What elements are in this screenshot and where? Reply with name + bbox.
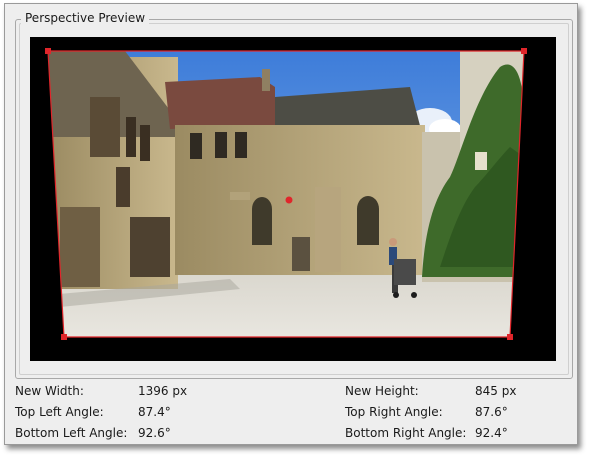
new-width-label: New Width: xyxy=(15,384,84,398)
preview-photo xyxy=(48,51,524,337)
perspective-preview-title: Perspective Preview xyxy=(21,11,150,25)
top-right-angle-label: Top Right Angle: xyxy=(345,405,443,419)
bottom-right-angle-value: 92.4° xyxy=(475,426,508,440)
bottom-right-corner-handle[interactable] xyxy=(507,334,513,340)
top-right-angle-value: 87.6° xyxy=(475,405,508,419)
preview-image xyxy=(45,48,527,340)
bottom-left-angle-label: Bottom Left Angle: xyxy=(15,426,128,440)
top-left-angle-value: 87.4° xyxy=(138,405,171,419)
perspective-preview-canvas xyxy=(30,37,556,361)
new-height-label: New Height: xyxy=(345,384,419,398)
bottom-left-angle-value: 92.6° xyxy=(138,426,171,440)
new-height-value: 845 px xyxy=(475,384,517,398)
bottom-right-angle-label: Bottom Right Angle: xyxy=(345,426,467,440)
top-left-corner-handle[interactable] xyxy=(45,48,51,54)
center-marker[interactable] xyxy=(285,196,293,204)
perspective-info-panel: Perspective Preview New Width: 1396 px N… xyxy=(4,3,578,445)
top-left-angle-label: Top Left Angle: xyxy=(15,405,104,419)
bottom-left-corner-handle[interactable] xyxy=(61,334,67,340)
new-width-value: 1396 px xyxy=(138,384,188,398)
top-right-corner-handle[interactable] xyxy=(521,48,527,54)
